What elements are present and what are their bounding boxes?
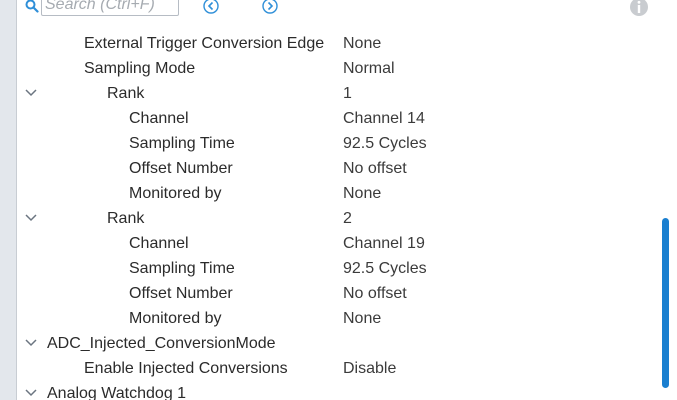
- parameter-row[interactable]: Monitored by None: [17, 181, 661, 206]
- parameter-value[interactable]: Disable: [343, 356, 396, 381]
- parameter-label: Monitored by: [129, 310, 222, 327]
- search-icon: [25, 0, 39, 13]
- parameter-value[interactable]: 2: [343, 206, 352, 231]
- left-rail: [0, 0, 17, 400]
- parameter-label: External Trigger Conversion Edge: [84, 35, 325, 52]
- parameter-label: Sampling Time: [129, 135, 235, 152]
- parameter-label: Rank: [107, 85, 145, 102]
- search-next-icon[interactable]: [261, 0, 279, 15]
- parameter-label: Enable Injected Conversions: [84, 360, 288, 377]
- parameter-label: Monitored by: [129, 185, 222, 202]
- parameter-row[interactable]: Sampling Mode Normal: [17, 56, 661, 81]
- parameter-value[interactable]: No offset: [343, 281, 407, 306]
- parameter-value[interactable]: No offset: [343, 156, 407, 181]
- parameter-value[interactable]: 92.5 Cycles: [343, 131, 427, 156]
- parameter-settings-panel: External Trigger Conversion EdgeNoneSamp…: [17, 0, 661, 400]
- parameter-row[interactable]: Channel Channel 14: [17, 106, 661, 131]
- parameter-value[interactable]: 92.5 Cycles: [343, 256, 427, 281]
- scrollbar-thumb[interactable]: [662, 218, 669, 388]
- parameter-value[interactable]: None: [343, 31, 381, 56]
- info-icon[interactable]: [629, 0, 649, 17]
- parameter-value[interactable]: None: [343, 306, 381, 331]
- chevron-down-icon[interactable]: [25, 388, 37, 398]
- parameter-label: Channel: [129, 235, 189, 252]
- search-input[interactable]: [41, 0, 179, 16]
- parameter-row[interactable]: Offset Number No offset: [17, 156, 661, 181]
- search-toolbar: [17, 0, 661, 22]
- parameter-label: Analog Watchdog 1: [47, 385, 187, 400]
- parameter-row[interactable]: Channel Channel 19: [17, 231, 661, 256]
- parameter-row[interactable]: Monitored by None: [17, 306, 661, 331]
- parameter-row[interactable]: Enable Injected Conversions Disable: [17, 356, 661, 381]
- parameter-row[interactable]: External Trigger Conversion Edge None: [17, 31, 661, 56]
- parameter-label: Sampling Mode: [84, 60, 196, 77]
- parameter-row[interactable]: Sampling Time 92.5 Cycles: [17, 256, 661, 281]
- parameter-row[interactable]: Sampling Time 92.5 Cycles: [17, 131, 661, 156]
- tree-group-row[interactable]: Rank 1: [17, 81, 661, 106]
- chevron-down-icon[interactable]: [25, 213, 37, 223]
- tree-group-row[interactable]: Rank 2: [17, 206, 661, 231]
- tree-group-row[interactable]: Analog Watchdog 1: [17, 381, 661, 400]
- parameter-label: Sampling Time: [129, 260, 235, 277]
- parameter-label: Channel: [129, 110, 189, 127]
- parameter-label: ADC_Injected_ConversionMode: [47, 335, 276, 352]
- chevron-down-icon[interactable]: [25, 88, 37, 98]
- tree-group-row[interactable]: ADC_Injected_ConversionMode: [17, 331, 661, 356]
- parameter-value[interactable]: Normal: [343, 56, 395, 81]
- chevron-down-icon[interactable]: [25, 338, 37, 348]
- search-previous-icon[interactable]: [202, 0, 220, 15]
- parameter-value[interactable]: Channel 14: [343, 106, 425, 131]
- parameter-label: Rank: [107, 210, 145, 227]
- parameter-row[interactable]: Offset Number No offset: [17, 281, 661, 306]
- parameter-label: Offset Number: [129, 285, 233, 302]
- parameter-label: Offset Number: [129, 160, 233, 177]
- parameter-value[interactable]: Channel 19: [343, 231, 425, 256]
- parameter-value[interactable]: None: [343, 181, 381, 206]
- parameter-value[interactable]: 1: [343, 81, 352, 106]
